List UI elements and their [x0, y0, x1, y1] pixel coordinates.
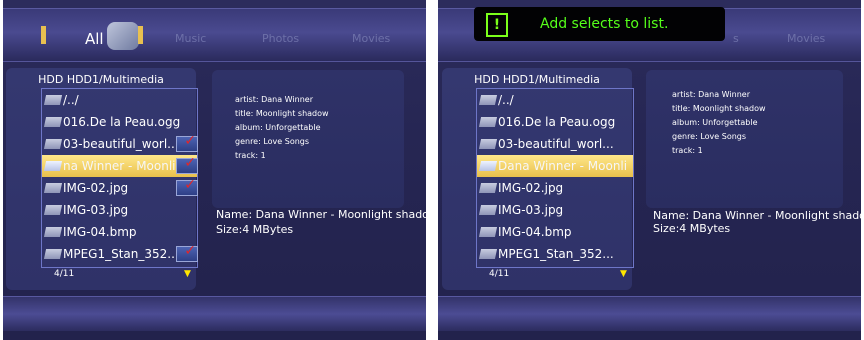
- media-info-panel: artist: Dana Winner title: Moonlight sha…: [646, 70, 843, 208]
- tab-music-partial[interactable]: s: [733, 32, 739, 45]
- meta-track: track: 1: [672, 146, 703, 155]
- page-indicator: 4/11: [489, 269, 510, 279]
- file-icon: [43, 227, 63, 237]
- arrow-right-icon[interactable]: [138, 26, 143, 44]
- file-icon: [478, 139, 498, 149]
- tab-movies[interactable]: Movies: [352, 32, 390, 45]
- list-item-selected[interactable]: Dana Winner - Moonli: [477, 155, 633, 177]
- list-item[interactable]: MPEG1_Stan_352...: [477, 243, 633, 265]
- file-icon: [43, 95, 63, 105]
- list-item-label: IMG-04.bmp: [498, 225, 572, 239]
- list-item-label: IMG-03.jpg: [498, 203, 564, 217]
- file-browser-panel: HDD HDD1/Multimedia /../ 016.De la Peau.…: [6, 68, 198, 290]
- list-item-label: MPEG1_Stan_352...: [63, 247, 179, 261]
- tab-all[interactable]: All: [41, 22, 143, 54]
- file-browser-panel: HDD HDD1/Multimedia /../ 016.De la Peau.…: [442, 68, 634, 290]
- list-item[interactable]: /../: [42, 89, 197, 111]
- list-item-label: 016.De la Peau.ogg: [498, 115, 616, 129]
- checkbox-icon[interactable]: [176, 133, 198, 152]
- file-icon: [43, 205, 63, 215]
- meta-genre: genre: Love Songs: [672, 132, 747, 141]
- bottom-bar: [3, 296, 426, 331]
- meta-track: track: 1: [235, 151, 266, 160]
- list-item-label: /../: [63, 93, 79, 107]
- list-item[interactable]: IMG-04.bmp: [477, 221, 633, 243]
- file-icon: [478, 227, 498, 237]
- file-list: /../ 016.De la Peau.ogg 03-beautiful_wor…: [41, 88, 198, 268]
- left-screen: All Music Photos Movies HDD HDD1/Multime…: [3, 0, 426, 340]
- music-file-icon: [43, 161, 63, 171]
- page-indicator: 4/11: [54, 269, 75, 279]
- tab-movies[interactable]: Movies: [787, 32, 825, 45]
- file-icon: [43, 249, 63, 259]
- list-item-label: 03-beautiful_worl...: [498, 137, 614, 151]
- meta-title: title: Moonlight shadow: [235, 109, 329, 118]
- checkbox-icon[interactable]: [176, 177, 198, 196]
- media-info-panel: artist: Dana Winner title: Moonlight sha…: [212, 70, 404, 208]
- file-icon: [43, 183, 63, 193]
- file-icon: [478, 183, 498, 193]
- folder-icon: [107, 22, 139, 50]
- list-item-selected[interactable]: na Winner - Moonligh: [42, 155, 197, 177]
- list-item[interactable]: IMG-03.jpg: [42, 199, 197, 221]
- list-item[interactable]: 016.De la Peau.ogg: [477, 111, 633, 133]
- file-name: Name: Dana Winner - Moonlight shadow.mp3: [653, 209, 861, 222]
- list-item-label: IMG-04.bmp: [63, 225, 137, 239]
- breadcrumb: HDD HDD1/Multimedia: [474, 73, 600, 86]
- file-size: Size:4 MBytes: [216, 223, 294, 236]
- list-item-label: Dana Winner - Moonli: [498, 159, 628, 173]
- list-item[interactable]: MPEG1_Stan_352...: [42, 243, 197, 265]
- toast-message: Add selects to list.: [540, 16, 669, 32]
- meta-title: title: Moonlight shadow: [672, 104, 766, 113]
- tab-photos[interactable]: Photos: [262, 32, 299, 45]
- file-icon: [43, 139, 63, 149]
- list-item-label: 03-beautiful_worl...: [63, 137, 179, 151]
- metadata: artist: Dana Winner title: Moonlight sha…: [235, 93, 329, 163]
- list-item[interactable]: 03-beautiful_worl...: [42, 133, 197, 155]
- breadcrumb: HDD HDD1/Multimedia: [38, 73, 164, 86]
- list-item-label: IMG-02.jpg: [498, 181, 564, 195]
- list-item[interactable]: IMG-03.jpg: [477, 199, 633, 221]
- checkbox-icon[interactable]: [176, 243, 198, 262]
- meta-artist: artist: Dana Winner: [672, 90, 750, 99]
- notification-toast: ! Add selects to list.: [474, 7, 725, 41]
- file-icon: [478, 95, 498, 105]
- list-item-label: /../: [498, 93, 514, 107]
- meta-album: album: Unforgettable: [235, 123, 321, 132]
- list-item-label: na Winner - Moonligh: [63, 159, 191, 173]
- file-name: Name: Dana Winner - Moonlight shadow.mp3: [216, 208, 426, 221]
- list-item-label: 016.De la Peau.ogg: [63, 115, 181, 129]
- scroll-down-icon[interactable]: ▼: [620, 269, 627, 279]
- list-item[interactable]: IMG-02.jpg: [42, 177, 197, 199]
- music-file-icon: [478, 161, 498, 171]
- list-item[interactable]: IMG-02.jpg: [477, 177, 633, 199]
- metadata: artist: Dana Winner title: Moonlight sha…: [672, 88, 766, 158]
- list-item[interactable]: 03-beautiful_worl...: [477, 133, 633, 155]
- meta-artist: artist: Dana Winner: [235, 95, 313, 104]
- tab-all-label: All: [85, 30, 104, 48]
- file-icon: [478, 117, 498, 127]
- exclamation-icon: !: [486, 13, 508, 37]
- tab-music[interactable]: Music: [175, 32, 206, 45]
- bottom-bar: [438, 296, 861, 331]
- list-item-label: IMG-03.jpg: [63, 203, 129, 217]
- list-item[interactable]: /../: [477, 89, 633, 111]
- list-item[interactable]: 016.De la Peau.ogg: [42, 111, 197, 133]
- meta-album: album: Unforgettable: [672, 118, 758, 127]
- scroll-down-icon[interactable]: ▼: [184, 269, 191, 279]
- file-list: /../ 016.De la Peau.ogg 03-beautiful_wor…: [476, 88, 634, 268]
- file-size: Size:4 MBytes: [653, 222, 731, 235]
- file-icon: [43, 117, 63, 127]
- list-item-label: IMG-02.jpg: [63, 181, 129, 195]
- list-item-label: MPEG1_Stan_352...: [498, 247, 614, 261]
- file-icon: [478, 249, 498, 259]
- right-screen: s Movies ! Add selects to list. HDD HDD1…: [438, 0, 861, 340]
- checkbox-icon[interactable]: [176, 155, 198, 174]
- arrow-left-icon[interactable]: [41, 26, 46, 44]
- meta-genre: genre: Love Songs: [235, 137, 310, 146]
- file-icon: [478, 205, 498, 215]
- list-item[interactable]: IMG-04.bmp: [42, 221, 197, 243]
